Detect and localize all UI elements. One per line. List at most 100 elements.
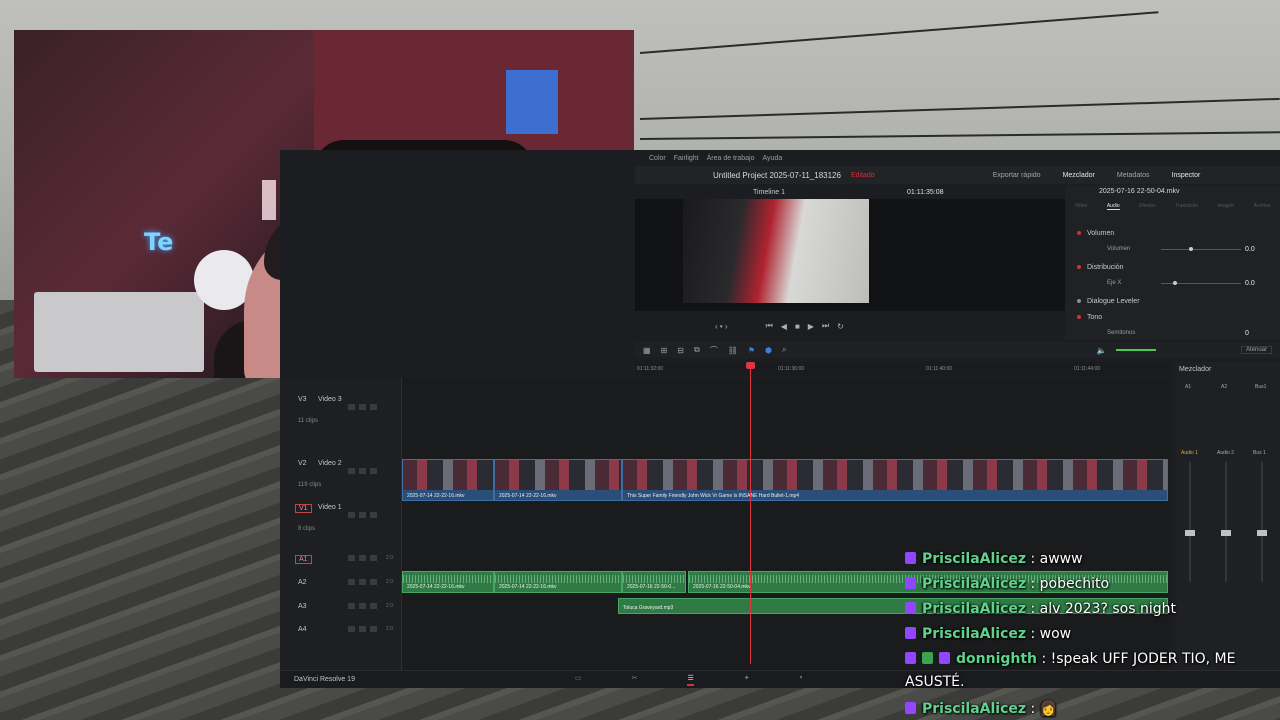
chat-message: donnighth : !speak UFF JODER TIO, ME ASU… <box>905 648 1265 694</box>
skip-end-icon[interactable]: ⏭ <box>822 321 829 331</box>
fader-knob[interactable] <box>1185 530 1195 536</box>
enable-dot[interactable] <box>1077 299 1081 303</box>
snap-icon[interactable]: ⌒ <box>710 345 718 356</box>
color-page-icon[interactable]: ◐ <box>800 674 804 686</box>
zoom-icon[interactable]: ⌕ <box>782 345 786 355</box>
pan-section[interactable]: Distribución <box>1077 261 1273 273</box>
tab-audio[interactable]: Audio <box>1106 203 1120 210</box>
play-icon[interactable]: ▶ <box>808 322 814 331</box>
track-id: A1 <box>295 555 312 564</box>
chat-message: PriscilaAlicez : pobechito <box>905 573 1265 596</box>
video-clip[interactable]: 2025-07-14 22-22-16.mkv <box>494 459 622 501</box>
video-clip[interactable]: This Super Family Friendly John Wick Vr … <box>622 459 1168 501</box>
timeline-ruler[interactable]: 01:11:32:00 01:11:36:00 01:11:40:00 01:1… <box>635 362 1170 376</box>
replace-icon[interactable]: ⧉ <box>694 345 700 355</box>
lock-icon[interactable] <box>348 468 355 474</box>
mixer-button[interactable]: Mezclador <box>1063 172 1095 179</box>
quick-export-button[interactable]: Exportar rápido <box>993 172 1041 179</box>
fader-knob[interactable] <box>1257 530 1267 536</box>
lock-icon[interactable] <box>348 579 355 585</box>
link-icon[interactable]: ⛓ <box>728 346 738 355</box>
play-reverse-icon[interactable]: ◀ <box>781 322 787 331</box>
repeat-icon[interactable]: ↻ <box>837 322 844 331</box>
video-clip[interactable]: 2025-07-14 22-22-16.mkv <box>402 459 494 501</box>
lock-icon[interactable] <box>348 555 355 561</box>
chat-text: : pobechito <box>1026 576 1110 592</box>
slider-knob[interactable] <box>1189 247 1193 251</box>
lock-icon[interactable] <box>348 603 355 609</box>
menu-fairlight[interactable]: Fairlight <box>674 155 699 162</box>
volume-section[interactable]: Volumen <box>1077 227 1273 239</box>
speaker-icon[interactable]: 🔈 <box>1096 346 1106 355</box>
enable-dot[interactable] <box>1077 265 1081 269</box>
visibility-icon[interactable] <box>370 512 377 518</box>
tab-video[interactable]: Video <box>1075 203 1088 210</box>
tab-image[interactable]: Imagen <box>1217 203 1234 210</box>
metadata-button[interactable]: Metadatos <box>1117 172 1150 179</box>
attenuate-button[interactable]: Atenuar <box>1240 346 1272 354</box>
mute-icon[interactable] <box>370 626 377 632</box>
project-title: Untitled Project 2025-07-11_183126 <box>713 170 841 180</box>
menu-help[interactable]: Ayuda <box>763 155 783 162</box>
clip-label: 2025-07-14 22-22-16.mkv <box>407 584 465 590</box>
chat-username: PriscilaAlicez <box>922 701 1027 717</box>
tab-transition[interactable]: Transición <box>1175 203 1198 210</box>
flag-icon[interactable]: ⚑ <box>748 346 755 355</box>
enable-dot[interactable] <box>1077 231 1081 235</box>
edit-page-icon[interactable]: ☰ <box>687 674 694 686</box>
enable-dot[interactable] <box>1077 315 1081 319</box>
skip-start-icon[interactable]: ⏮ <box>766 321 773 331</box>
audio-clip[interactable]: 2025-07-14 22-22-16.mkv <box>494 571 622 593</box>
pitch-section[interactable]: Tono <box>1077 311 1273 323</box>
grid-icon[interactable]: ▦ <box>643 346 651 355</box>
enable-icon[interactable] <box>359 404 366 410</box>
menu-bar: Color Fairlight Área de trabajo Ayuda <box>635 150 1280 166</box>
video-viewer[interactable] <box>635 199 1065 311</box>
lock-icon[interactable] <box>348 512 355 518</box>
param-value[interactable]: 0.0 <box>1245 280 1255 287</box>
marker-icon[interactable]: ⬢ <box>765 346 772 355</box>
media-page-icon[interactable]: ▭ <box>575 674 582 686</box>
insert-icon[interactable]: ⊞ <box>661 346 668 355</box>
solo-icon[interactable] <box>359 555 366 561</box>
section-label: Tono <box>1087 313 1103 321</box>
fader-knob[interactable] <box>1221 530 1231 536</box>
mute-icon[interactable] <box>370 579 377 585</box>
stop-icon[interactable]: ■ <box>795 322 800 331</box>
visibility-icon[interactable] <box>370 468 377 474</box>
audio-clip[interactable]: 2025-07-14 22-22-16.mkv <box>402 571 494 593</box>
master-volume-slider[interactable] <box>1116 349 1157 351</box>
menu-workspace[interactable]: Área de trabajo <box>707 155 755 162</box>
tab-effects[interactable]: Efectos <box>1139 203 1156 210</box>
page-tabs: ▭ ✂ ☰ ✦ ◐ <box>575 674 804 686</box>
loop-icon[interactable]: ‹ • › <box>715 322 728 331</box>
enable-icon[interactable] <box>359 512 366 518</box>
inspector-button[interactable]: Inspector <box>1172 172 1201 179</box>
slider-knob[interactable] <box>1173 281 1177 285</box>
enable-icon[interactable] <box>359 468 366 474</box>
menu-color[interactable]: Color <box>649 155 666 162</box>
cut-page-icon[interactable]: ✂ <box>632 674 638 686</box>
timeline-selector[interactable]: Timeline 1 <box>753 189 785 196</box>
clip-count: 8 clips <box>298 526 316 532</box>
volume-slider[interactable] <box>1161 249 1241 250</box>
mixer-channel: A2 <box>1221 384 1228 390</box>
playhead[interactable] <box>750 364 751 664</box>
lock-icon[interactable] <box>348 404 355 410</box>
dialogue-leveler-section[interactable]: Dialogue Leveler <box>1077 295 1273 307</box>
mute-icon[interactable] <box>370 603 377 609</box>
param-value[interactable]: 0 <box>1245 330 1249 337</box>
visibility-icon[interactable] <box>370 404 377 410</box>
solo-icon[interactable] <box>359 603 366 609</box>
overwrite-icon[interactable]: ⊟ <box>677 346 684 355</box>
param-value[interactable]: 0.0 <box>1245 246 1255 253</box>
tab-file[interactable]: Archivo <box>1254 203 1271 210</box>
mute-icon[interactable] <box>370 555 377 561</box>
fusion-page-icon[interactable]: ✦ <box>744 674 750 686</box>
viewer-frame <box>683 199 869 303</box>
solo-icon[interactable] <box>359 579 366 585</box>
solo-icon[interactable] <box>359 626 366 632</box>
lock-icon[interactable] <box>348 626 355 632</box>
audio-clip[interactable]: 2025-07-16 22-50-0... <box>622 571 686 593</box>
ruler-tick: 01:11:44:00 <box>1074 366 1101 372</box>
